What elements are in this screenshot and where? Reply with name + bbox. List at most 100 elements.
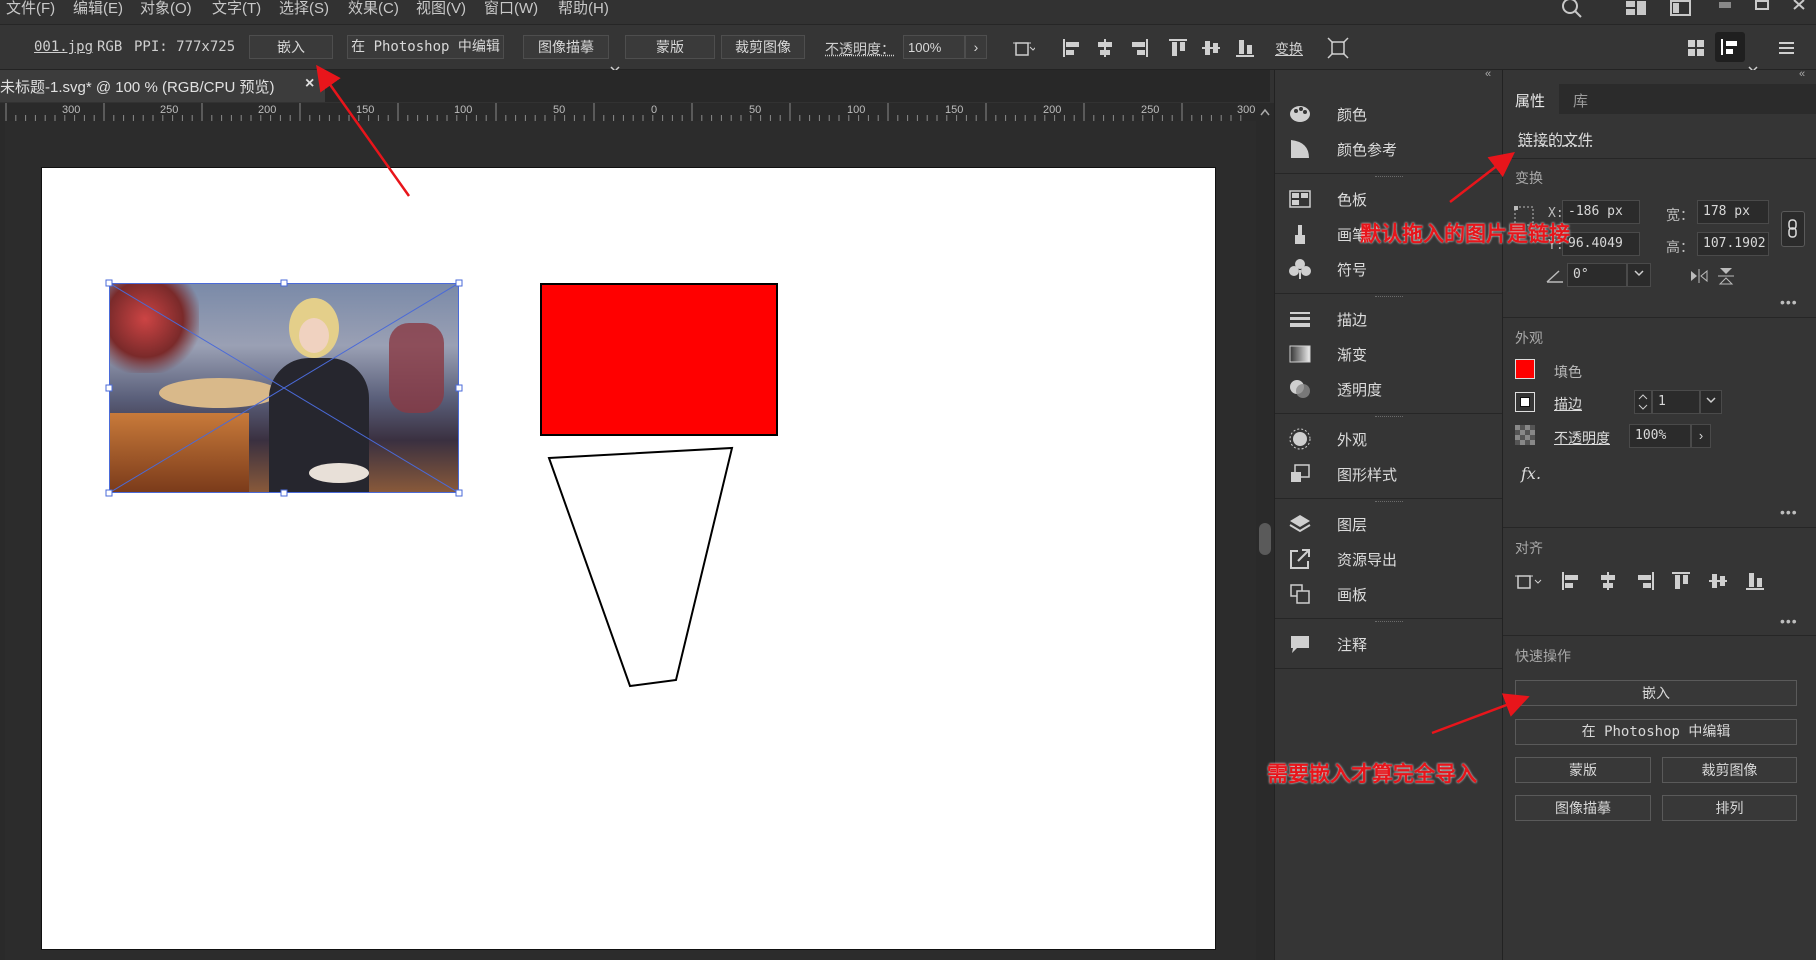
panel-grip[interactable] <box>1375 296 1403 299</box>
quick-arrange-button[interactable]: 排列 <box>1662 795 1797 821</box>
align-hcenter-icon[interactable] <box>1597 570 1619 592</box>
menu-select[interactable]: 选择(S) <box>279 0 329 18</box>
panel-item-color-guide[interactable]: 颜色参考 <box>1289 133 1489 163</box>
panel-item-artboards[interactable]: 画板 <box>1289 578 1489 608</box>
flip-horizontal-icon[interactable] <box>1689 268 1709 284</box>
collapse-icon[interactable]: « <box>1485 68 1491 80</box>
panel-item-comments[interactable]: 注释 <box>1289 628 1489 658</box>
align-right-icon[interactable] <box>1128 37 1150 59</box>
more-options-icon[interactable]: ••• <box>1780 613 1798 629</box>
edit-in-photoshop-button[interactable]: 在 Photoshop 中编辑 <box>347 35 504 59</box>
align-to-icon[interactable] <box>1013 37 1035 59</box>
document-tab[interactable]: 未标题-1.svg* @ 100 % (RGB/CPU 预览) × <box>0 70 325 102</box>
panel-item-asset-export[interactable]: 资源导出 <box>1289 543 1489 573</box>
fill-swatch[interactable] <box>1515 359 1535 379</box>
panel-grip[interactable] <box>1375 176 1403 179</box>
more-options-icon[interactable]: ••• <box>1780 504 1798 520</box>
menu-help[interactable]: 帮助(H) <box>558 0 609 18</box>
opacity-arrow-button[interactable]: › <box>1691 424 1711 448</box>
align-top-icon[interactable] <box>1670 570 1692 592</box>
align-hcenter-icon[interactable] <box>1094 37 1116 59</box>
x-input[interactable]: -186 px <box>1562 200 1640 224</box>
panel-item-transparency[interactable]: 透明度 <box>1289 373 1489 403</box>
align-to-icon[interactable] <box>1515 570 1545 592</box>
constrain-proportions-button[interactable] <box>1781 211 1805 247</box>
panel-item-stroke[interactable]: 描边 <box>1289 303 1489 333</box>
embed-button[interactable]: 嵌入 <box>249 35 333 59</box>
align-bottom-icon[interactable] <box>1744 570 1766 592</box>
chevron-up-icon[interactable] <box>1259 107 1271 117</box>
scroll-thumb[interactable] <box>1259 523 1271 555</box>
panel-grip[interactable] <box>1375 621 1403 624</box>
align-vcenter-icon[interactable] <box>1707 570 1729 592</box>
transform-link[interactable]: 变换 <box>1275 39 1303 59</box>
minimize-icon[interactable] <box>1715 0 1735 12</box>
red-rectangle[interactable] <box>540 283 778 436</box>
align-right-icon[interactable] <box>1634 570 1656 592</box>
maximize-icon[interactable] <box>1752 0 1772 12</box>
align-vcenter-icon[interactable] <box>1200 37 1222 59</box>
quick-mask-button[interactable]: 蒙版 <box>1515 757 1651 783</box>
panel-item-symbols[interactable]: 符号 <box>1289 253 1489 283</box>
opacity-label[interactable]: 不透明度 <box>1554 428 1610 448</box>
properties-toggle[interactable] <box>1715 32 1745 62</box>
collapse-icon[interactable]: « <box>1799 68 1805 80</box>
panel-item-appearance[interactable]: 外观 <box>1289 423 1489 453</box>
arrange-docs-icon[interactable] <box>1670 0 1692 16</box>
flip-vertical-icon[interactable] <box>1717 266 1735 286</box>
panel-grip[interactable] <box>1375 501 1403 504</box>
quick-embed-button[interactable]: 嵌入 <box>1515 680 1797 706</box>
file-name-link[interactable]: 001.jpg <box>34 39 93 55</box>
search-icon[interactable] <box>1560 0 1584 18</box>
tab-libraries[interactable]: 库 <box>1573 90 1588 111</box>
stroke-label[interactable]: 描边 <box>1554 394 1582 414</box>
panel-item-gradient[interactable]: 渐变 <box>1289 338 1489 368</box>
y-input[interactable]: 96.4049 <box>1562 232 1640 256</box>
angle-input[interactable]: 0° <box>1567 263 1627 287</box>
workspace-icon[interactable] <box>1625 0 1649 16</box>
vertical-scrollbar[interactable] <box>1256 103 1274 960</box>
menu-edit[interactable]: 编辑(E) <box>73 0 123 18</box>
crop-image-button[interactable]: 裁剪图像 <box>721 35 805 59</box>
stroke-swatch[interactable] <box>1515 392 1535 412</box>
more-options-icon[interactable]: ••• <box>1780 294 1798 310</box>
panel-item-graphic-styles[interactable]: 图形样式 <box>1289 458 1489 488</box>
menu-icon[interactable] <box>1775 37 1797 59</box>
quick-crop-button[interactable]: 裁剪图像 <box>1662 757 1797 783</box>
mask-button[interactable]: 蒙版 <box>625 35 715 59</box>
align-left-icon[interactable] <box>1061 37 1083 59</box>
opacity-input[interactable]: 100% <box>903 35 965 59</box>
panel-grip[interactable] <box>1375 416 1403 419</box>
linked-file-link[interactable]: 链接的文件 <box>1518 129 1593 150</box>
quick-edit-photoshop-button[interactable]: 在 Photoshop 中编辑 <box>1515 719 1797 745</box>
isolate-icon[interactable] <box>1327 37 1349 59</box>
menu-object[interactable]: 对象(O) <box>140 0 192 18</box>
image-trace-button[interactable]: 图像描摹 <box>523 35 609 59</box>
menu-file[interactable]: 文件(F) <box>6 0 55 18</box>
menu-effect[interactable]: 效果(C) <box>348 0 399 18</box>
menu-text[interactable]: 文字(T) <box>212 0 261 18</box>
stroke-weight-input[interactable]: 1 <box>1652 390 1700 414</box>
align-bottom-icon[interactable] <box>1234 37 1256 59</box>
grid-icon[interactable] <box>1685 37 1707 59</box>
panel-item-layers[interactable]: 图层 <box>1289 508 1489 538</box>
stroke-dropdown[interactable] <box>1700 390 1722 414</box>
height-input[interactable]: 107.1902 <box>1697 232 1769 256</box>
fx-button[interactable]: fx. <box>1521 464 1541 483</box>
align-top-icon[interactable] <box>1167 37 1189 59</box>
opacity-arrow-button[interactable]: › <box>965 35 987 59</box>
angle-dropdown[interactable] <box>1627 263 1651 287</box>
stroke-stepper[interactable] <box>1634 390 1652 414</box>
opacity-input[interactable]: 100% <box>1629 424 1691 448</box>
quick-trace-button[interactable]: 图像描摹 <box>1515 795 1651 821</box>
align-left-icon[interactable] <box>1560 570 1582 592</box>
menu-window[interactable]: 窗口(W) <box>484 0 538 18</box>
width-input[interactable]: 178 px <box>1697 200 1769 224</box>
menu-view[interactable]: 视图(V) <box>416 0 466 18</box>
close-icon[interactable] <box>1790 0 1810 12</box>
panel-item-color[interactable]: 颜色 <box>1289 98 1489 128</box>
panel-item-swatches[interactable]: 色板 <box>1289 183 1489 213</box>
tab-close-icon[interactable]: × <box>305 75 314 93</box>
selection-handles[interactable] <box>103 277 465 499</box>
tab-properties[interactable]: 属性 <box>1503 84 1559 114</box>
